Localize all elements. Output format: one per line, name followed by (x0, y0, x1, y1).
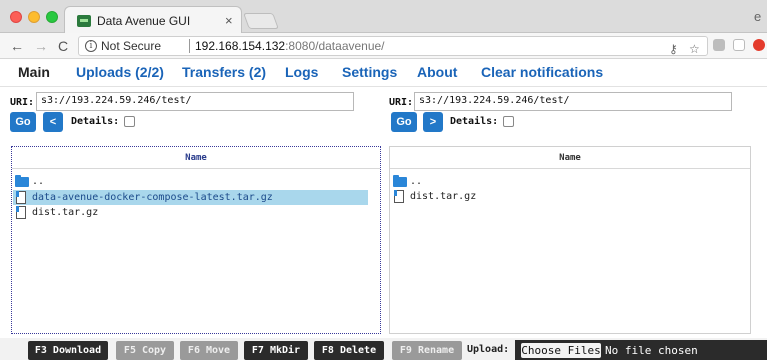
left-column-header-name[interactable]: Name (12, 147, 380, 169)
back-arrow-icon[interactable]: ← (10, 38, 24, 54)
reload-icon[interactable]: C (58, 38, 68, 54)
folder-icon (15, 175, 29, 187)
security-indicator: Not Secure (101, 39, 162, 53)
list-item[interactable]: data-avenue-docker-compose-latest.tar.gz (13, 190, 368, 205)
url-field[interactable]: i Not Secure 192.168.154.132:8080/dataav… (78, 36, 708, 56)
move-button[interactable]: F6 Move (180, 341, 238, 360)
file-name: data-avenue-docker-compose-latest.tar.gz (32, 192, 273, 203)
folder-icon (393, 175, 407, 187)
maximize-window-button[interactable] (46, 11, 58, 23)
adblock-icon[interactable] (753, 39, 765, 51)
right-uri-label: URI: (389, 97, 414, 108)
url-text: 192.168.154.132:8080/dataavenue/ (195, 39, 385, 53)
left-transfer-button[interactable]: < (43, 112, 63, 132)
url-separator (189, 39, 190, 53)
file-name: dist.tar.gz (32, 207, 99, 218)
extension-icon[interactable] (733, 39, 745, 51)
right-column-header-name[interactable]: Name (390, 147, 750, 169)
menu-about[interactable]: About (417, 64, 457, 80)
left-file-panel[interactable]: Name .. data-avenue-docker-compose-lates… (11, 146, 381, 334)
left-uri-input[interactable]: s3://193.224.59.246/test/ (36, 92, 354, 111)
left-details-label: Details: (71, 116, 120, 127)
address-bar: ← → C i Not Secure 192.168.154.132:8080/… (0, 33, 767, 59)
action-toolbar: F3 Download F5 Copy F6 Move F7 MkDir F8 … (0, 338, 767, 360)
extension-icon[interactable] (713, 39, 725, 51)
bookmark-star-icon[interactable]: ☆ (689, 41, 700, 57)
minimize-window-button[interactable] (28, 11, 40, 23)
left-go-button[interactable]: Go (10, 112, 36, 132)
new-tab-button[interactable] (243, 13, 279, 29)
delete-button[interactable]: F8 Delete (314, 341, 384, 360)
right-details-label: Details: (450, 116, 499, 127)
right-file-panel[interactable]: Name .. dist.tar.gz (389, 146, 751, 334)
left-details-checkbox[interactable] (124, 116, 135, 127)
app-menu: Main Uploads (2/2) Transfers (2) Logs Se… (0, 60, 767, 86)
url-path: :8080/dataavenue/ (285, 39, 385, 53)
list-item[interactable]: .. (391, 174, 731, 189)
right-go-button[interactable]: Go (391, 112, 417, 132)
menu-logs[interactable]: Logs (285, 64, 318, 80)
menu-clear-notifications[interactable]: Clear notifications (481, 64, 603, 80)
url-host: 192.168.154.132 (195, 39, 286, 53)
choose-files-button[interactable]: Choose Files (521, 343, 601, 358)
info-icon[interactable]: i (85, 40, 97, 52)
key-icon[interactable]: ⚷ (669, 41, 678, 57)
right-uri-input[interactable]: s3://193.224.59.246/test/ (414, 92, 732, 111)
left-uri-label: URI: (10, 97, 35, 108)
menu-main[interactable]: Main (18, 64, 50, 80)
tab-title: Data Avenue GUI (97, 14, 191, 28)
menu-divider (0, 86, 767, 87)
file-name: .. (410, 176, 423, 187)
mkdir-button[interactable]: F7 MkDir (244, 341, 308, 360)
list-item[interactable]: .. (13, 174, 368, 189)
menu-uploads[interactable]: Uploads (2/2) (76, 64, 164, 80)
right-details-checkbox[interactable] (503, 116, 514, 127)
list-item[interactable]: dist.tar.gz (391, 189, 731, 204)
menu-transfers[interactable]: Transfers (2) (182, 64, 266, 80)
close-window-button[interactable] (10, 11, 22, 23)
file-icon (394, 190, 404, 203)
file-upload-field[interactable]: Choose Files No file chosen (515, 340, 767, 360)
tab-close-icon[interactable]: × (225, 13, 233, 28)
list-item[interactable]: dist.tar.gz (13, 205, 368, 220)
no-file-status: No file chosen (605, 344, 698, 357)
upload-label: Upload: (467, 344, 510, 355)
menu-settings[interactable]: Settings (342, 64, 397, 80)
profile-icon[interactable]: e (754, 9, 761, 24)
file-name: dist.tar.gz (410, 191, 477, 202)
file-name: .. (32, 176, 45, 187)
file-icon (16, 191, 26, 204)
right-transfer-button[interactable]: > (423, 112, 443, 132)
forward-arrow-icon[interactable]: → (34, 38, 48, 54)
download-button[interactable]: F3 Download (28, 341, 108, 360)
favicon-icon (77, 15, 91, 27)
rename-button[interactable]: F9 Rename (392, 341, 462, 360)
browser-tab-strip: Data Avenue GUI × e (0, 0, 767, 34)
copy-button[interactable]: F5 Copy (116, 341, 174, 360)
file-icon (16, 206, 26, 219)
browser-tab[interactable]: Data Avenue GUI × (64, 6, 242, 34)
